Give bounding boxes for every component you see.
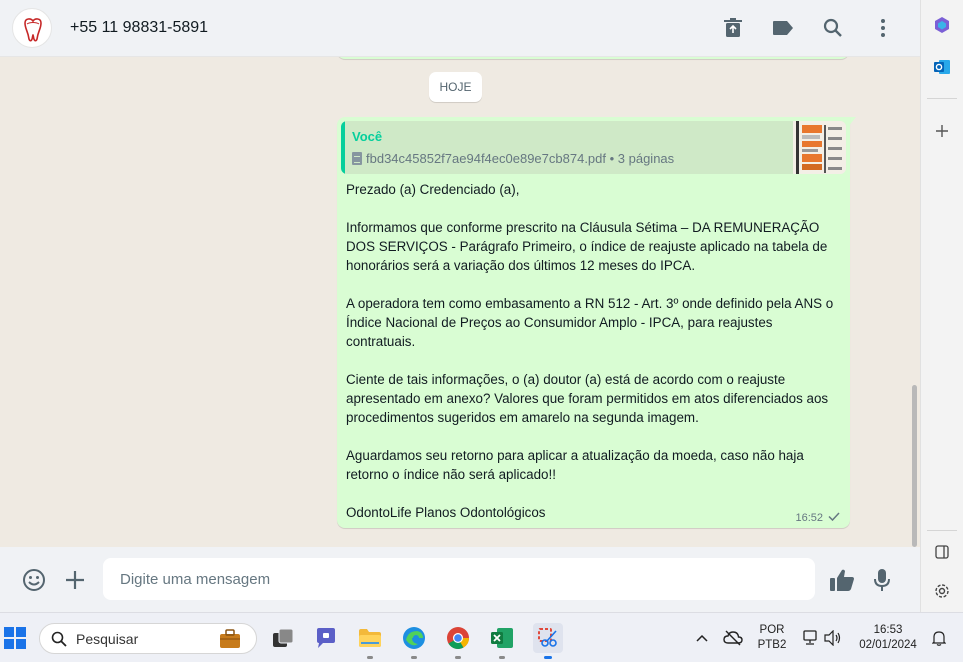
clock-date: 02/01/2024: [859, 639, 917, 651]
running-indicator: [499, 656, 505, 659]
add-icon[interactable]: [931, 120, 953, 142]
search-icon: [51, 631, 67, 647]
taskbar-search-label: Pesquisar: [76, 631, 139, 647]
tray-overflow-chevron-icon[interactable]: [689, 625, 715, 651]
attach-plus-icon[interactable]: [62, 567, 88, 593]
file-explorer-icon[interactable]: [357, 625, 383, 659]
chat-scrollbar[interactable]: [912, 385, 917, 547]
copilot-icon[interactable]: [931, 14, 953, 36]
menu-icon[interactable]: [871, 16, 895, 40]
date-separator: HOJE: [429, 72, 482, 102]
document-thumbnail[interactable]: [793, 121, 846, 174]
quote-author: Você: [352, 129, 383, 144]
contact-name[interactable]: +55 11 98831-5891: [70, 19, 208, 37]
quote-file-info: fbd34c45852f7ae94f4ec0e89e7cb874.pdf • 3…: [352, 151, 674, 166]
message-time: 16:52: [795, 512, 823, 524]
outgoing-message[interactable]: Você fbd34c45852f7ae94f4ec0e89e7cb874.pd…: [337, 117, 850, 528]
snipping-tool-icon[interactable]: [533, 623, 563, 659]
message-meta: 16:52: [795, 512, 840, 524]
running-indicator: [455, 656, 461, 659]
delete-icon[interactable]: [721, 16, 745, 40]
conversation-panel[interactable]: HOJE Você fbd34c45852f7ae94f4ec0e89e7cb8…: [0, 57, 920, 547]
settings-gear-icon[interactable]: [931, 580, 953, 602]
notification-bell-icon[interactable]: [926, 625, 952, 651]
cloud-offline-icon[interactable]: [720, 625, 746, 651]
message-paragraph: Ciente de tais informações, o (a) doutor…: [346, 372, 829, 425]
running-indicator: [367, 656, 373, 659]
keyboard-layout: PTB2: [757, 639, 787, 651]
input-language[interactable]: POR PTB2: [756, 623, 788, 653]
document-icon: [352, 152, 362, 165]
taskbar-search-box[interactable]: Pesquisar: [39, 623, 257, 654]
rail-divider: [927, 530, 957, 531]
quote-accent-bar: [341, 121, 345, 174]
message-paragraph: OdontoLife Planos Odontológicos: [346, 505, 546, 520]
message-paragraph: Prezado (a) Credenciado (a),: [346, 182, 520, 197]
quoted-document[interactable]: Você fbd34c45852f7ae94f4ec0e89e7cb874.pd…: [341, 121, 846, 174]
message-paragraph: Informamos que conforme prescrito na Clá…: [346, 220, 828, 273]
thumbs-up-icon[interactable]: [829, 567, 855, 593]
language-code: POR: [759, 624, 785, 636]
panel-toggle-icon[interactable]: [931, 541, 953, 563]
clock-time: 16:53: [873, 624, 903, 636]
app-side-rail: [920, 0, 963, 612]
active-indicator: [544, 656, 552, 659]
message-paragraph: Aguardamos seu retorno para aplicar a at…: [346, 448, 804, 482]
rail-divider: [927, 98, 957, 99]
chrome-browser-icon[interactable]: [445, 625, 471, 659]
quote-file-name: fbd34c45852f7ae94f4ec0e89e7cb874.pdf • 3…: [366, 151, 675, 166]
chat-header: +55 11 98831-5891: [0, 0, 920, 57]
volume-icon[interactable]: [820, 625, 846, 651]
system-clock[interactable]: 16:53 02/01/2024: [852, 623, 924, 653]
windows-taskbar: Pesquisar POR PTB2 16:53 02/01/2024: [0, 612, 963, 662]
single-check-icon: [828, 512, 840, 524]
previous-message: [337, 57, 849, 59]
contact-avatar[interactable]: [12, 8, 52, 48]
teams-chat-icon[interactable]: [313, 625, 339, 651]
message-composer: [0, 547, 920, 612]
briefcase-icon: [220, 629, 240, 648]
microphone-icon[interactable]: [869, 567, 895, 593]
emoji-icon[interactable]: [21, 567, 47, 593]
label-icon[interactable]: [771, 16, 795, 40]
outlook-icon[interactable]: [931, 56, 953, 78]
edge-browser-icon[interactable]: [401, 625, 427, 659]
search-icon[interactable]: [821, 16, 845, 40]
task-view-icon[interactable]: [270, 625, 296, 651]
running-indicator: [411, 656, 417, 659]
message-paragraph: A operadora tem como embasamento a RN 51…: [346, 296, 834, 349]
message-input[interactable]: [103, 558, 815, 600]
windows-start-icon[interactable]: [2, 625, 28, 651]
message-text: Prezado (a) Credenciado (a), Informamos …: [346, 180, 841, 522]
excel-icon[interactable]: [489, 625, 515, 659]
